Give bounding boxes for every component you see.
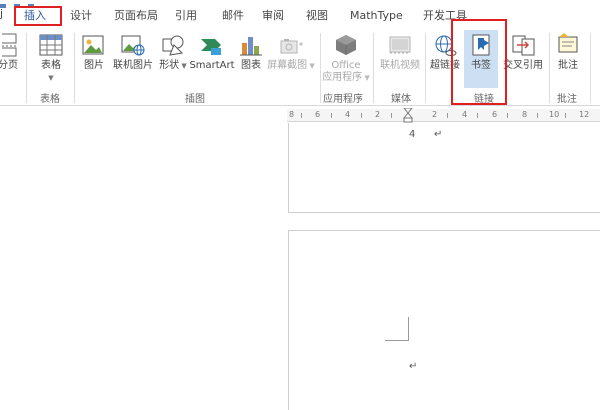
group-label-illustrations: 插图	[185, 94, 205, 105]
ruler-tick	[331, 113, 332, 118]
ruler-tick	[447, 113, 448, 118]
chart-icon	[240, 37, 262, 56]
page-break-icon	[2, 33, 18, 57]
comment-icon	[558, 33, 578, 53]
horizontal-ruler[interactable]: 8 6 4 2 2 4 6 8 10 12	[287, 108, 600, 123]
ruler-tick	[477, 113, 478, 118]
smartart-label: SmartArt	[189, 60, 235, 71]
ruler-label: 2	[432, 110, 438, 119]
group-label-comments: 批注	[557, 94, 577, 105]
ruler-label: 8	[289, 110, 295, 119]
table-button[interactable]: 表格 ▼	[32, 30, 70, 88]
ruler-tick	[301, 113, 302, 118]
indent-marker-icon[interactable]	[403, 108, 413, 123]
group-separator	[590, 33, 591, 103]
smartart-icon	[201, 39, 221, 55]
ribbon-insert: 分页 表格 ▼ 表格 图片 联机图片 形状 ▼ SmartArt 图表 屏幕截图…	[0, 27, 600, 106]
quick-access-sliver	[0, 0, 60, 8]
ruler-tick	[537, 113, 538, 118]
tab-references[interactable]: 引用	[175, 7, 197, 25]
online-picture-label: 联机图片	[113, 60, 153, 71]
ruler-label: 8	[522, 110, 528, 119]
tab-page-layout[interactable]: 页面布局	[114, 7, 158, 25]
tab-mathtype[interactable]: MathType	[350, 7, 403, 25]
shapes-button[interactable]: 形状 ▼	[156, 30, 190, 88]
tab-design[interactable]: 设计	[70, 7, 92, 25]
group-separator	[373, 33, 374, 103]
page-current[interactable]: ↵	[288, 230, 600, 410]
screenshot-label-text: 屏幕截图	[267, 60, 308, 71]
picture-icon	[82, 35, 104, 55]
screenshot-label: 屏幕截图 ▼	[267, 60, 315, 71]
tab-partial[interactable]: j	[0, 7, 3, 20]
chart-button[interactable]: 图表	[236, 30, 266, 88]
online-video-icon	[389, 36, 411, 54]
office-apps-label-line1: Office	[331, 60, 361, 71]
ruler-label: 4	[462, 110, 468, 119]
shapes-icon	[162, 35, 184, 56]
table-label: 表格	[41, 60, 61, 71]
ruler-tick	[565, 113, 566, 118]
group-separator	[74, 33, 75, 103]
page-break-button[interactable]: 分页	[0, 30, 22, 88]
page-break-label: 分页	[0, 60, 18, 71]
chart-label: 图表	[241, 60, 261, 71]
online-video-button[interactable]: 联机视频	[376, 30, 424, 88]
comment-label: 批注	[558, 60, 578, 71]
document-area[interactable]: 8 6 4 2 2 4 6 8 10 12 4 ↵ ↵	[0, 107, 600, 410]
tab-view[interactable]: 视图	[306, 7, 328, 25]
cross-reference-icon	[512, 35, 535, 56]
screenshot-button[interactable]: 屏幕截图 ▼	[266, 30, 316, 88]
ruler-label: 6	[315, 110, 321, 119]
group-label-apps: 应用程序	[323, 94, 363, 105]
group-label-media: 媒体	[391, 94, 411, 105]
smartart-button[interactable]: SmartArt	[189, 30, 235, 88]
margin-corner-mark	[385, 317, 409, 341]
ruler-label: 12	[579, 110, 590, 119]
ruler-label: 4	[345, 110, 351, 119]
comment-button[interactable]: 批注	[552, 30, 584, 88]
ruler-label: 6	[492, 110, 498, 119]
table-dropdown-caret: ▼	[48, 74, 54, 82]
tab-mailings[interactable]: 邮件	[222, 7, 244, 25]
online-picture-button[interactable]: 联机图片	[110, 30, 156, 88]
table-icon	[39, 34, 63, 56]
online-picture-icon	[121, 35, 145, 56]
paragraph-mark: ↵	[434, 129, 443, 140]
office-apps-button[interactable]: Office 应用程序 ▼	[322, 30, 370, 88]
group-separator	[320, 33, 321, 103]
shapes-label: 形状 ▼	[159, 60, 187, 71]
group-separator	[549, 33, 550, 103]
shapes-label-text: 形状	[159, 60, 180, 71]
ruler-label: 10	[549, 110, 560, 119]
group-separator	[26, 33, 27, 103]
office-apps-label-line2: 应用程序 ▼	[322, 72, 370, 83]
screenshot-icon	[280, 39, 303, 54]
page-previous[interactable]: 4 ↵	[288, 123, 600, 213]
office-apps-label-line2-text: 应用程序	[322, 72, 363, 83]
tab-review[interactable]: 审阅	[262, 7, 284, 25]
highlight-box-insert-tab	[14, 6, 62, 26]
ruler-tick	[391, 113, 392, 118]
picture-button[interactable]: 图片	[77, 30, 111, 88]
ribbon-tab-bar: j 插入 设计 页面布局 引用 邮件 审阅 视图 MathType 开发工具	[0, 0, 600, 27]
highlight-box-bookmark	[451, 19, 507, 105]
picture-label: 图片	[84, 60, 104, 71]
ruler-tick	[507, 113, 508, 118]
office-apps-icon	[336, 35, 356, 55]
group-separator	[425, 33, 426, 103]
ruler-label: 2	[375, 110, 381, 119]
page-number: 4	[409, 129, 416, 140]
online-video-label: 联机视频	[380, 60, 420, 71]
group-label-tables: 表格	[40, 94, 60, 105]
paragraph-mark: ↵	[409, 361, 418, 372]
ruler-tick	[361, 113, 362, 118]
